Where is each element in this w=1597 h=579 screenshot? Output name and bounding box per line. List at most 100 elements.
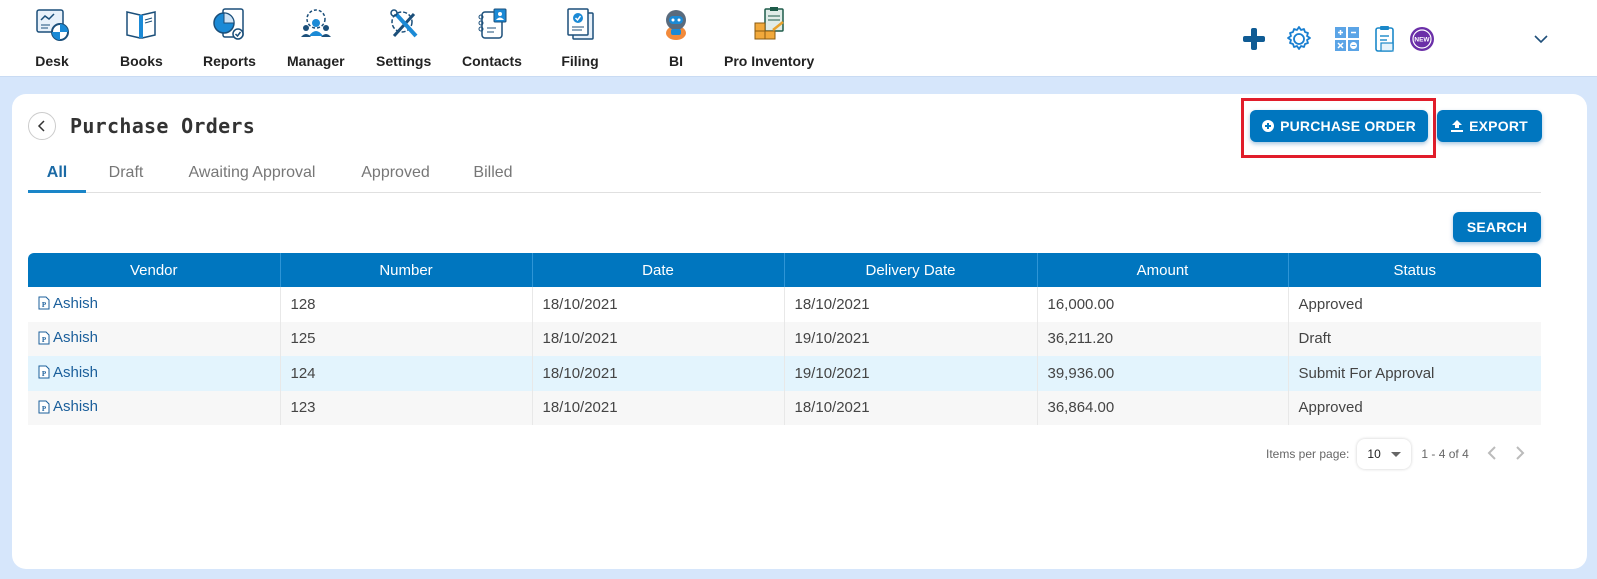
nav-label: Books	[120, 53, 163, 69]
date-cell: 18/10/2021	[532, 356, 785, 391]
nav-label: Desk	[35, 53, 69, 69]
amount-cell: 16,000.00	[1037, 287, 1289, 322]
status-cell: Approved	[1288, 390, 1541, 425]
bi-robot-icon	[657, 5, 695, 43]
vendor-cell[interactable]: P Ashish	[28, 287, 281, 322]
tab-draft[interactable]: Draft	[106, 156, 146, 193]
amount-cell: 36,864.00	[1037, 390, 1289, 425]
table-row[interactable]: P Ashish 124 18/10/2021 19/10/2021 39,936…	[28, 356, 1541, 391]
gear-icon[interactable]	[1284, 24, 1314, 54]
add-purchase-order-button[interactable]: PURCHASE ORDER	[1250, 110, 1428, 142]
caret-down-icon	[1390, 451, 1401, 457]
contacts-icon	[473, 5, 511, 43]
tab-all[interactable]: All	[28, 156, 86, 193]
desk-icon	[33, 5, 71, 43]
delivery-date-cell: 19/10/2021	[784, 321, 1038, 356]
nav-label: Contacts	[462, 53, 522, 69]
books-icon	[122, 5, 160, 43]
nav-settings[interactable]: Settings	[376, 5, 431, 69]
table-row[interactable]: P Ashish 125 18/10/2021 19/10/2021 36,211…	[28, 321, 1541, 356]
clipboard-icon[interactable]	[1370, 24, 1400, 54]
nav-label: Settings	[376, 53, 432, 69]
purchase-orders-table: Vendor Number Date Delivery Date Amount …	[28, 253, 1541, 425]
delivery-date-cell: 18/10/2021	[784, 287, 1038, 322]
nav-manager[interactable]: Manager	[287, 5, 345, 69]
svg-text:P: P	[42, 370, 47, 378]
nav-reports[interactable]: Reports	[203, 5, 256, 69]
items-per-page-value: 10	[1367, 447, 1381, 461]
search-button[interactable]: SEARCH	[1453, 212, 1541, 242]
table-row[interactable]: P Ashish 123 18/10/2021 18/10/2021 36,864…	[28, 390, 1541, 425]
nav-label: Pro Inventory	[724, 53, 815, 69]
pro-inventory-icon	[750, 5, 788, 43]
export-button[interactable]: EXPORT	[1437, 110, 1542, 142]
search-label: SEARCH	[1466, 219, 1528, 235]
svg-text:NEW: NEW	[1414, 37, 1430, 44]
next-page-button[interactable]	[1515, 445, 1525, 464]
document-p-icon: P	[38, 400, 50, 413]
nav-contacts[interactable]: Contacts	[462, 5, 522, 69]
vendor-name: Ashish	[53, 294, 99, 312]
purchase-order-label: PURCHASE ORDER	[1280, 118, 1416, 134]
column-header-amount[interactable]: Amount	[1037, 253, 1289, 287]
nav-label: Manager	[287, 53, 345, 69]
vendor-name: Ashish	[53, 363, 99, 381]
purchase-orders-card: Purchase Orders PURCHASE ORDER EXPORT Al…	[12, 94, 1587, 569]
amount-cell: 36,211.20	[1037, 321, 1289, 356]
date-cell: 18/10/2021	[532, 287, 785, 322]
page-range: 1 - 4 of 4	[1421, 447, 1469, 461]
tab-billed[interactable]: Billed	[470, 156, 516, 193]
status-cell: Draft	[1288, 321, 1541, 356]
number-cell: 123	[280, 390, 533, 425]
document-p-icon: P	[38, 296, 50, 310]
tab-approved[interactable]: Approved	[358, 156, 433, 193]
tab-awaiting-approval[interactable]: Awaiting Approval	[182, 156, 322, 193]
filing-icon	[561, 5, 599, 43]
nav-label: Reports	[203, 53, 256, 69]
manager-icon	[297, 5, 335, 43]
number-cell: 124	[280, 356, 533, 391]
column-header-date[interactable]: Date	[532, 253, 785, 287]
number-cell: 128	[280, 287, 533, 322]
paginator: Items per page: 10 1 - 4 of 4	[1266, 439, 1525, 469]
amount-cell: 39,936.00	[1037, 356, 1289, 391]
vendor-name: Ashish	[53, 398, 99, 415]
column-header-delivery-date[interactable]: Delivery Date	[784, 253, 1038, 287]
vendor-cell[interactable]: P Ashish	[28, 390, 281, 425]
page-title: Purchase Orders	[70, 114, 256, 138]
reports-icon	[210, 5, 248, 43]
plus-circle-icon	[1262, 120, 1275, 132]
document-p-icon: P	[38, 365, 50, 379]
table-row[interactable]: P Ashish 128 18/10/2021 18/10/2021 16,000…	[28, 287, 1541, 322]
status-cell: Approved	[1288, 287, 1541, 322]
column-header-vendor[interactable]: Vendor	[28, 253, 281, 287]
svg-text:P: P	[42, 405, 47, 413]
chevron-right-icon	[1516, 445, 1525, 460]
vendor-cell[interactable]: P Ashish	[28, 321, 281, 356]
column-header-status[interactable]: Status	[1288, 253, 1541, 287]
chevron-down-icon[interactable]	[1526, 24, 1556, 54]
vendor-name: Ashish	[53, 329, 99, 346]
status-tabs: All Draft Awaiting Approval Approved Bil…	[28, 156, 1541, 193]
plus-icon[interactable]	[1239, 24, 1269, 54]
previous-page-button[interactable]	[1487, 445, 1497, 464]
nav-label: Filing	[561, 53, 599, 69]
vendor-cell[interactable]: P Ashish	[28, 356, 281, 391]
nav-desk[interactable]: Desk	[33, 5, 71, 69]
items-per-page-select[interactable]: 10	[1357, 439, 1411, 469]
nav-pro-inventory[interactable]: Pro Inventory	[724, 5, 814, 69]
export-label: EXPORT	[1469, 118, 1528, 134]
svg-text:P: P	[42, 301, 47, 309]
chevron-left-icon	[37, 120, 45, 132]
nav-books[interactable]: Books	[120, 5, 163, 69]
new-badge-icon[interactable]: NEW	[1407, 24, 1437, 54]
delivery-date-cell: 19/10/2021	[784, 356, 1038, 391]
status-cell: Submit For Approval	[1288, 356, 1541, 391]
calculator-icon[interactable]	[1332, 24, 1362, 54]
back-button[interactable]	[28, 112, 56, 140]
nav-filing[interactable]: Filing	[561, 5, 599, 69]
items-per-page-label: Items per page:	[1266, 447, 1350, 461]
nav-bi[interactable]: BI	[657, 5, 695, 69]
svg-text:P: P	[42, 336, 47, 344]
column-header-number[interactable]: Number	[280, 253, 533, 287]
